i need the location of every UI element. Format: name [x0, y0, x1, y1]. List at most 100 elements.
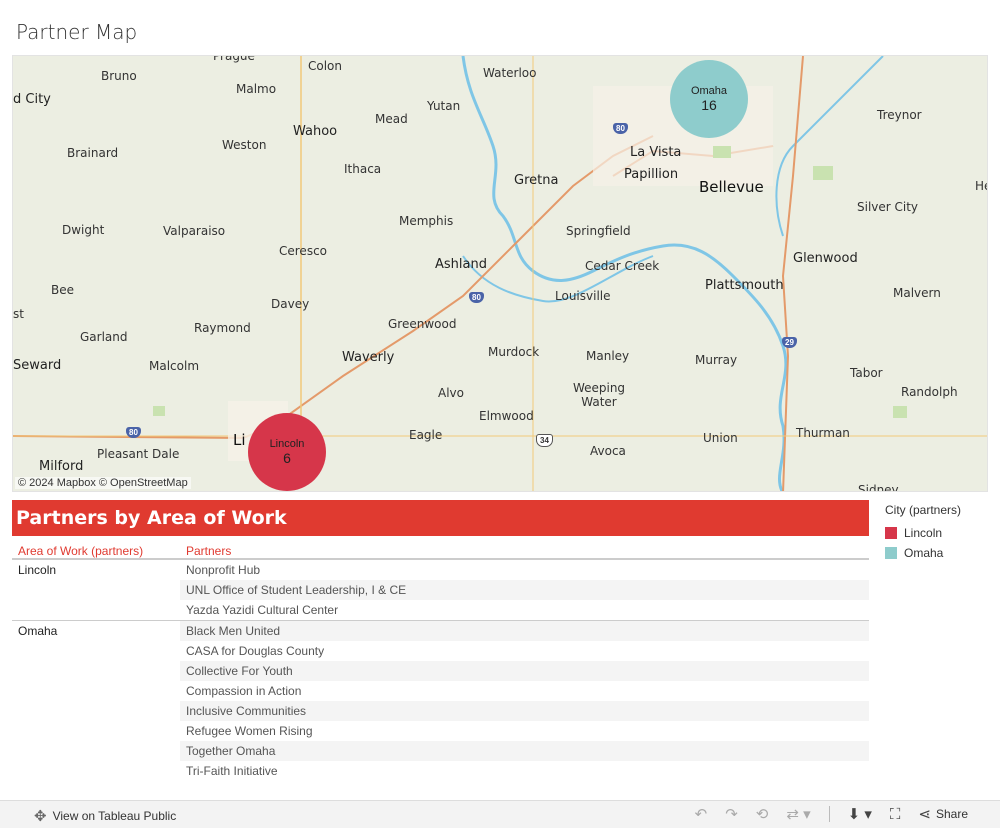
place-alvo: Alvo: [438, 386, 464, 400]
place-silver-city: Silver City: [857, 200, 919, 214]
lincoln-bubble[interactable]: Lincoln 6: [248, 413, 326, 491]
legend-label: Omaha: [904, 546, 944, 560]
place-papillion: Papillion: [624, 167, 679, 182]
us-34-shield: 34: [536, 434, 553, 447]
view-on-tableau-link[interactable]: ✥ View on Tableau Public: [34, 807, 176, 825]
place-malcolm: Malcolm: [149, 359, 200, 373]
group-name[interactable]: Omaha: [12, 621, 180, 781]
tableau-toolbar: ✥ View on Tableau Public ↶ ↷ ⟲ ⇄ ▾ ⬇ ▾ ⛶…: [0, 800, 1000, 828]
place-murdock: Murdock: [488, 345, 540, 359]
table-column-headers: Area of Work (partners) Partners: [12, 536, 869, 559]
place-malmo: Malmo: [236, 82, 277, 96]
toolbar-separator: [828, 806, 830, 822]
table-row[interactable]: Collective For Youth: [180, 661, 869, 681]
place-garland: Garland: [80, 330, 128, 344]
legend-item-lincoln[interactable]: Lincoln: [885, 523, 961, 543]
download-icon[interactable]: ⬇ ▾: [848, 805, 872, 823]
omaha-bubble[interactable]: Omaha 16: [670, 60, 748, 138]
place-plattsmouth: Plattsmouth: [705, 278, 784, 293]
table-row[interactable]: Nonprofit Hub: [180, 560, 869, 580]
legend-title: City (partners): [885, 503, 962, 517]
page-title: Partner Map: [16, 20, 138, 44]
lincoln-bubble-count: 6: [283, 450, 291, 466]
place-milford: Milford: [39, 459, 84, 474]
column-header-area[interactable]: Area of Work (partners): [12, 544, 180, 558]
omaha-bubble-label: Omaha: [690, 85, 728, 97]
table-row[interactable]: Yazda Yazidi Cultural Center: [180, 600, 869, 620]
place-david-city: d City: [13, 92, 51, 107]
place-dwight: Dwight: [62, 223, 105, 237]
place-st: st: [13, 307, 24, 321]
place-waterloo: Waterloo: [483, 66, 537, 80]
place-davey: Davey: [271, 297, 310, 311]
place-ithaca: Ithaca: [344, 162, 382, 176]
place-weeping-water: Weeping Water: [572, 381, 626, 409]
column-header-partners[interactable]: Partners: [180, 544, 869, 558]
partners-table: Partners by Area of Work Area of Work (p…: [12, 500, 869, 781]
place-gretna: Gretna: [514, 173, 559, 188]
place-prague: Prague: [213, 55, 255, 63]
place-avoca: Avoca: [590, 444, 626, 458]
table-row[interactable]: Inclusive Communities: [180, 701, 869, 721]
place-valparaiso: Valparaiso: [163, 224, 226, 238]
table-row[interactable]: Tri-Faith Initiative: [180, 761, 869, 781]
place-brainard: Brainard: [67, 146, 119, 160]
place-sidney: Sidney: [858, 483, 899, 492]
place-yutan: Yutan: [427, 99, 461, 113]
table-group-omaha: Omaha Black Men United CASA for Douglas …: [12, 620, 869, 781]
place-weston: Weston: [222, 138, 267, 152]
lincoln-bubble-label: Lincoln: [269, 438, 305, 450]
place-murray: Murray: [695, 353, 738, 367]
revert-icon[interactable]: ⟲: [756, 805, 769, 823]
share-icon: ⋖: [918, 806, 931, 823]
table-row[interactable]: Refugee Women Rising: [180, 721, 869, 741]
legend-label: Lincoln: [904, 526, 943, 540]
place-wahoo: Wahoo: [293, 124, 338, 139]
group-name[interactable]: Lincoln: [12, 560, 180, 620]
tableau-icon: ✥: [34, 808, 47, 825]
place-greenwood: Greenwood: [388, 317, 457, 331]
refresh-icon[interactable]: ⇄ ▾: [786, 805, 810, 823]
place-elmwood: Elmwood: [479, 409, 534, 423]
place-ashland: Ashland: [435, 257, 487, 272]
view-on-tableau-label: View on Tableau Public: [52, 809, 177, 823]
place-la-vista: La Vista: [630, 145, 682, 160]
place-pleasant-dale: Pleasant Dale: [97, 447, 180, 461]
place-colon: Colon: [308, 59, 343, 73]
legend-item-omaha[interactable]: Omaha: [885, 543, 961, 563]
place-he: He: [975, 179, 987, 193]
table-row[interactable]: UNL Office of Student Leadership, I & CE: [180, 580, 869, 600]
place-malvern: Malvern: [893, 286, 941, 300]
place-manley: Manley: [586, 349, 630, 363]
table-row[interactable]: CASA for Douglas County: [180, 641, 869, 661]
place-ceresco: Ceresco: [279, 244, 328, 258]
place-tabor: Tabor: [850, 366, 883, 380]
place-glenwood: Glenwood: [793, 251, 858, 266]
place-thurman: Thurman: [796, 426, 850, 440]
place-waverly: Waverly: [342, 350, 395, 365]
place-louisville: Louisville: [555, 289, 611, 303]
place-seward: Seward: [13, 358, 62, 373]
map-attribution[interactable]: © 2024 Mapbox © OpenStreetMap: [15, 477, 191, 489]
place-springfield: Springfield: [566, 224, 631, 238]
place-treynor: Treynor: [877, 108, 922, 122]
partner-map[interactable]: Prague Colon Waterloo Bruno Malmo d City…: [12, 55, 988, 492]
place-memphis: Memphis: [399, 214, 454, 228]
undo-icon[interactable]: ↶: [695, 805, 708, 823]
fullscreen-icon[interactable]: ⛶: [890, 806, 901, 823]
redo-icon[interactable]: ↷: [725, 805, 738, 823]
share-button[interactable]: ⋖ Share: [918, 805, 968, 823]
place-bruno: Bruno: [101, 69, 137, 83]
place-union: Union: [703, 431, 738, 445]
place-lincoln-partial: Li: [233, 431, 246, 449]
city-legend: City (partners) Lincoln Omaha: [885, 503, 961, 563]
table-row[interactable]: Together Omaha: [180, 741, 869, 761]
place-bellevue: Bellevue: [699, 178, 764, 196]
omaha-bubble-count: 16: [701, 97, 717, 113]
table-row[interactable]: Compassion in Action: [180, 681, 869, 701]
place-eagle: Eagle: [409, 428, 443, 442]
table-row[interactable]: Black Men United: [180, 621, 869, 641]
table-header: Partners by Area of Work: [12, 500, 869, 536]
place-bee: Bee: [51, 283, 74, 297]
place-randolph: Randolph: [901, 385, 958, 399]
